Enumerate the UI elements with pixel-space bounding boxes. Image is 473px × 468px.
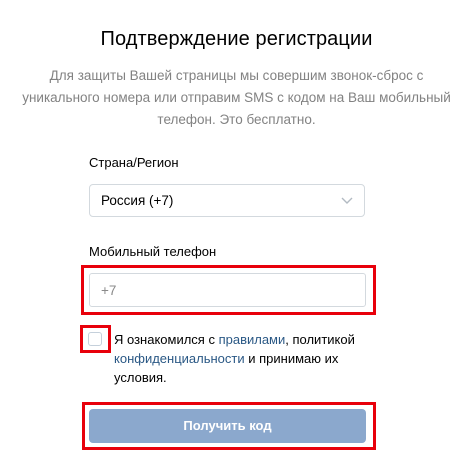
page-title: Подтверждение регистрации bbox=[100, 28, 373, 50]
chevron-down-icon bbox=[341, 197, 353, 204]
country-selected-value: Россия (+7) bbox=[101, 193, 174, 208]
country-label: Страна/Регион bbox=[89, 155, 179, 170]
consent-text-middle: , политикой bbox=[285, 332, 355, 347]
privacy-policy-link[interactable]: конфиденциальности bbox=[114, 351, 245, 366]
consent-checkbox[interactable] bbox=[88, 332, 102, 346]
phone-label: Мобильный телефон bbox=[89, 244, 217, 259]
phone-field-wrapper bbox=[89, 273, 366, 307]
phone-input[interactable] bbox=[90, 274, 365, 306]
rules-link[interactable]: правилами bbox=[219, 332, 286, 347]
consent-text: Я ознакомился с правилами, политикой кон… bbox=[114, 330, 374, 387]
page-description: Для защиты Вашей страницы мы совершим зв… bbox=[22, 68, 451, 127]
get-code-button[interactable]: Получить код bbox=[89, 409, 366, 443]
consent-text-before: Я ознакомился с bbox=[114, 332, 219, 347]
country-select[interactable]: Россия (+7) bbox=[89, 184, 365, 217]
